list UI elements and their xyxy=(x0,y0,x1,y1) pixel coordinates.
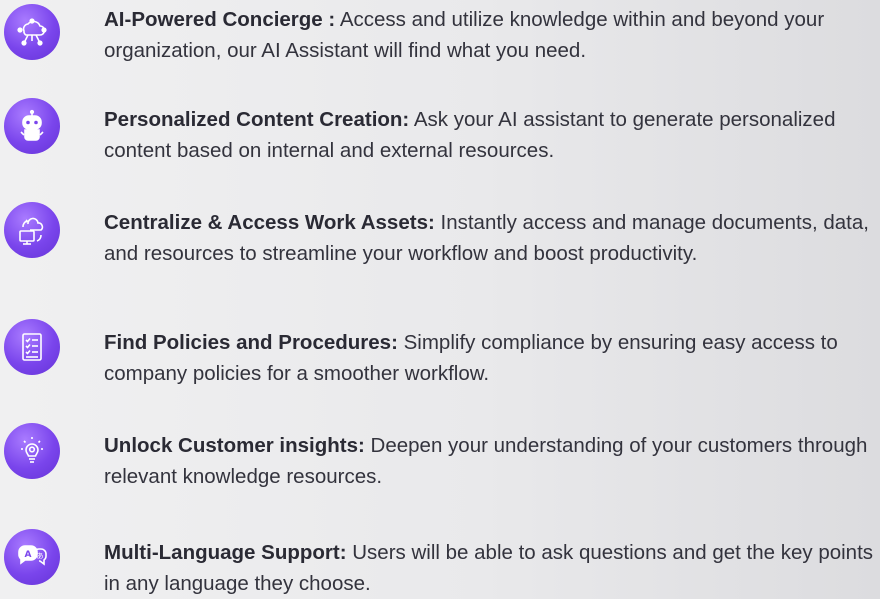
network-cloud-icon xyxy=(4,4,60,60)
lightbulb-gear-icon xyxy=(4,423,60,479)
robot-icon xyxy=(4,98,60,154)
feature-text: Centralize & Access Work Assets: Instant… xyxy=(104,207,874,269)
feature-title: Unlock Customer insights: xyxy=(104,434,365,457)
feature-title: AI-Powered Concierge : xyxy=(104,8,336,31)
svg-text:あ: あ xyxy=(37,552,44,560)
feature-title: Personalized Content Creation: xyxy=(104,108,410,131)
svg-text:A: A xyxy=(25,550,32,560)
feature-title: Find Policies and Procedures: xyxy=(104,331,398,354)
feature-text: Multi-Language Support: Users will be ab… xyxy=(104,537,874,599)
translate-chat-icon: A あ xyxy=(4,529,60,585)
feature-text: Find Policies and Procedures: Simplify c… xyxy=(104,327,874,389)
feature-title: Centralize & Access Work Assets: xyxy=(104,211,435,234)
feature-title: Multi-Language Support: xyxy=(104,541,347,564)
checklist-document-icon xyxy=(4,319,60,375)
feature-text: AI-Powered Concierge : Access and utiliz… xyxy=(104,4,874,66)
feature-text: Unlock Customer insights: Deepen your un… xyxy=(104,430,874,492)
feature-text: Personalized Content Creation: Ask your … xyxy=(104,104,874,166)
cloud-monitor-sync-icon xyxy=(4,202,60,258)
